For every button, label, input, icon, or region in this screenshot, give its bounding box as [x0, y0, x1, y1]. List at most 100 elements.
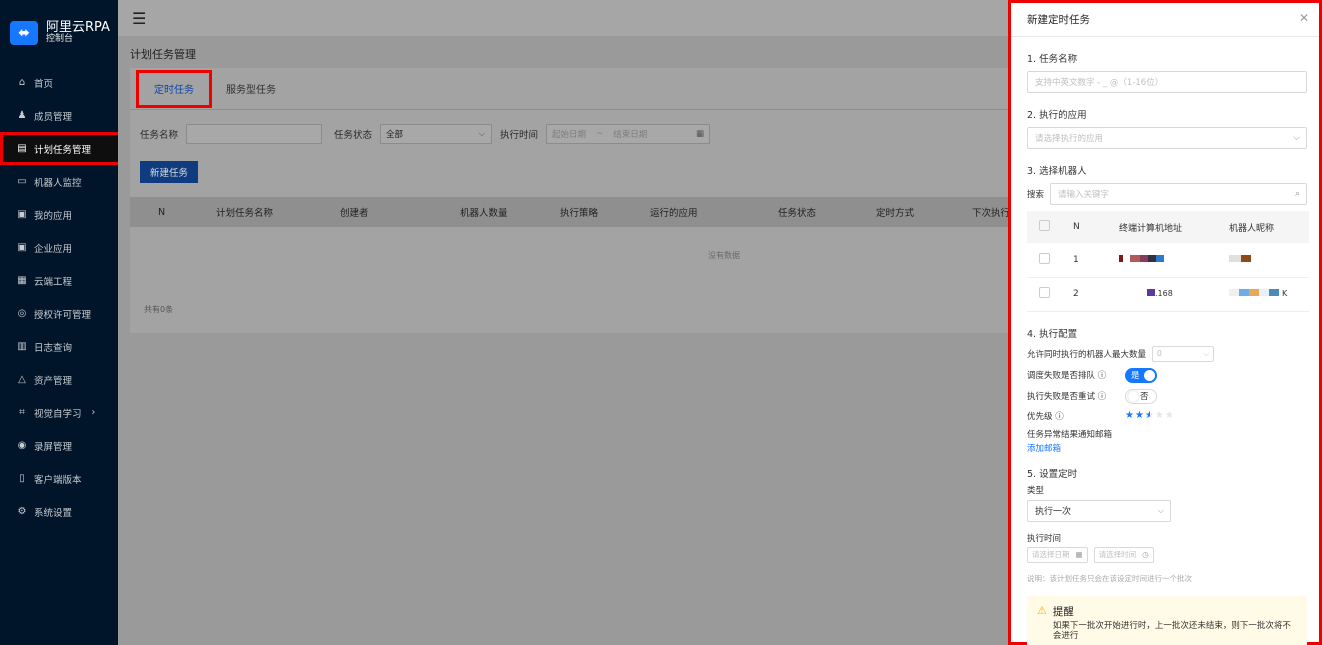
priority-label: 优先级 ⓘ	[1027, 411, 1064, 422]
row-checkbox[interactable]	[1039, 252, 1050, 264]
sidebar-item[interactable]: ⌗ 视觉自学习 ›	[0, 396, 118, 429]
sidebar-item-label: 客户端版本	[34, 474, 82, 486]
new-task-button[interactable]: 新建任务	[140, 161, 199, 183]
column-header: 执行策略	[560, 208, 599, 219]
type-label: 类型	[1027, 485, 1045, 496]
robot-col-nick: 机器人昵称	[1229, 211, 1309, 243]
sidebar-item-label: 云端工程	[34, 276, 73, 288]
date-placeholder: 请选择日期	[1032, 550, 1070, 559]
queue-toggle[interactable]: 是	[1125, 367, 1157, 383]
sidebar-item-label: 首页	[34, 78, 54, 90]
close-icon[interactable]: ✕	[1299, 11, 1309, 25]
sidebar-item-label: 授权许可管理	[34, 309, 92, 321]
menu-icon: ▥	[17, 341, 27, 352]
menu-icon: ⚙	[17, 506, 27, 517]
sidebar-item[interactable]: ⚙ 系统设置	[0, 495, 118, 528]
chevron-right-icon: ›	[91, 407, 96, 418]
calendar-icon: ▦	[1075, 550, 1083, 559]
tab-service-tasks[interactable]: 服务型任务	[212, 70, 290, 108]
chevron-down-icon: ⌵	[1157, 505, 1164, 515]
alert-text: 如果下一批次开始进行时，上一批次还未结束，则下一批次将不会进行	[1052, 620, 1291, 641]
sidebar-item-label: 录屏管理	[34, 441, 73, 453]
time-placeholder: 请选择时间	[1098, 550, 1137, 559]
task-name-placeholder: 支持中英文数字 - _ @（1-16位）	[1035, 78, 1164, 88]
exec-time-field-label: 执行时间	[1027, 533, 1062, 544]
sidebar-item[interactable]: ▣ 企业应用	[0, 231, 118, 264]
drawer-title: 新建定时任务	[1027, 14, 1090, 26]
add-email-link[interactable]: 添加邮箱	[1027, 442, 1307, 454]
priority-rating[interactable]: ★★★★★★	[1125, 410, 1175, 421]
app-select[interactable]: 请选择执行的应用 ⌵	[1027, 127, 1307, 149]
select-all-checkbox[interactable]	[1039, 220, 1050, 231]
robot-search-input[interactable]: 请输入关键字 ⌕	[1050, 183, 1307, 205]
menu-icon: ▤	[17, 143, 27, 154]
sidebar-item[interactable]: ◉ 录屏管理	[0, 429, 118, 462]
sidebar-item[interactable]: ⌂ 首页	[0, 66, 118, 99]
row-checkbox[interactable]	[1039, 287, 1050, 298]
robot-addr	[1119, 243, 1229, 278]
sidebar: ⬌ 阿里云RPA 控制台 ⌂ 首页 ♟ 成员管理 ▤ 计划任务管理 ▭ 机器人监控 ▣ 我的应用 ▣…	[0, 0, 121, 645]
sidebar-item[interactable]: △ 资产管理	[0, 363, 118, 396]
tab-scheduled-tasks[interactable]: 定时任务	[136, 69, 212, 108]
drawer-header: 新建定时任务 ✕	[1011, 3, 1319, 37]
task-status-value: 全部	[386, 130, 404, 140]
task-name-input[interactable]	[186, 124, 323, 144]
end-date-placeholder: 结束日期	[613, 130, 648, 140]
sidebar-item[interactable]: ▯ 客户端版本	[0, 462, 118, 495]
task-status-select[interactable]: 全部 ⌵	[380, 124, 493, 144]
retry-label: 执行失败是否重试 ⓘ	[1027, 392, 1107, 402]
page-title: 计划任务管理	[130, 48, 196, 61]
section-robot: 3. 选择机器人	[1027, 166, 1087, 177]
menu-toggle-icon[interactable]: ☰	[132, 9, 146, 28]
sidebar-item[interactable]: ▦ 云端工程	[0, 264, 118, 297]
sidebar-item-label: 系统设置	[34, 507, 73, 519]
date-picker[interactable]: 请选择日期 ▦	[1027, 546, 1088, 563]
sidebar-item[interactable]: ◎ 授权许可管理	[0, 297, 118, 330]
column-header: 运行的应用	[650, 208, 698, 219]
app-placeholder: 请选择执行的应用	[1035, 134, 1104, 144]
column-header: 任务状态	[778, 208, 817, 219]
max-robots-label: 允许同时执行的机器人最大数量	[1027, 349, 1147, 360]
menu-icon: ♟	[17, 110, 27, 121]
schedule-note: 说明：该计划任务只会在该设定时间进行一个批次	[1027, 573, 1192, 583]
table-row[interactable]: 2 .168 K	[1027, 277, 1309, 312]
robot-col-addr: 终端计算机地址	[1119, 211, 1229, 243]
robot-nick	[1229, 243, 1309, 278]
task-name-label: 任务名称	[140, 130, 179, 141]
sidebar-item[interactable]: ▤ 计划任务管理	[0, 132, 121, 165]
menu-icon: ◉	[17, 440, 27, 451]
chevron-down-icon: ⌵	[1203, 348, 1210, 358]
retry-toggle[interactable]: 否	[1125, 388, 1157, 404]
brand-logo-icon: ⬌	[10, 21, 38, 45]
schedule-type-select[interactable]: 执行一次 ⌵	[1027, 499, 1171, 522]
section-schedule: 5. 设置定时	[1027, 468, 1078, 480]
sidebar-item[interactable]: ♟ 成员管理	[0, 99, 118, 132]
column-header: 计划任务名称	[216, 208, 274, 219]
max-robots-value: 0	[1157, 349, 1162, 358]
schedule-type-value: 执行一次	[1035, 507, 1072, 517]
search-label: 搜索	[1027, 190, 1045, 200]
sidebar-item-label: 企业应用	[34, 243, 73, 255]
section-task-name: 1. 任务名称	[1027, 54, 1078, 65]
menu-icon: ▦	[17, 275, 27, 286]
max-robots-select[interactable]: 0 ⌵	[1152, 345, 1215, 362]
logo[interactable]: ⬌ 阿里云RPA 控制台	[0, 0, 118, 66]
robot-nick: K	[1229, 277, 1309, 312]
task-status-label: 任务状态	[334, 130, 373, 141]
chevron-down-icon: ⌵	[1293, 133, 1300, 143]
sidebar-item[interactable]: ▥ 日志查询	[0, 330, 118, 363]
robot-table: N 终端计算机地址 机器人昵称 1 2 .168 K	[1027, 211, 1309, 312]
exec-time-range[interactable]: 起始日期 ~ 结束日期 ▦	[546, 124, 711, 144]
start-date-placeholder: 起始日期	[552, 130, 587, 140]
table-row[interactable]: 1	[1027, 243, 1309, 278]
exec-time-label: 执行时间	[500, 130, 539, 141]
queue-label: 调度失败是否排队 ⓘ	[1027, 371, 1107, 381]
sidebar-item-label: 机器人监控	[34, 177, 82, 189]
chevron-down-icon: ⌵	[478, 129, 486, 139]
task-name-field[interactable]: 支持中英文数字 - _ @（1-16位）	[1027, 71, 1307, 93]
section-exec-config: 4. 执行配置	[1027, 328, 1078, 340]
sidebar-item[interactable]: ▭ 机器人监控	[0, 165, 118, 198]
time-picker[interactable]: 请选择时间 ◷	[1093, 546, 1154, 563]
sidebar-item[interactable]: ▣ 我的应用	[0, 198, 118, 231]
column-header: 创建者	[340, 208, 369, 219]
